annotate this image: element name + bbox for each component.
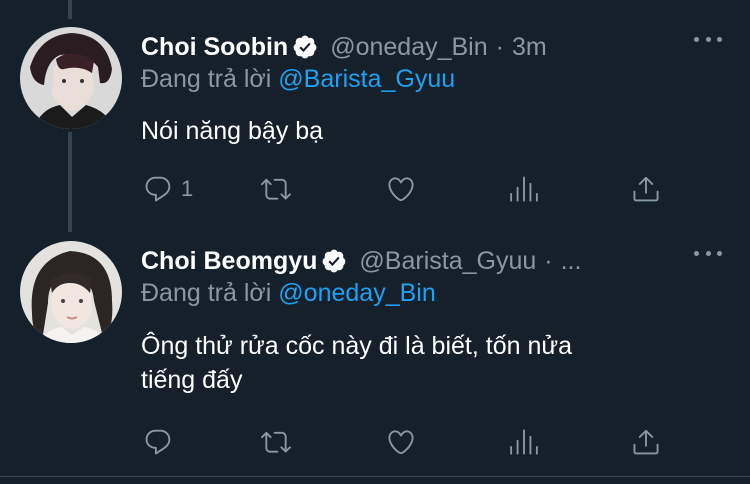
- share-button[interactable]: [631, 427, 661, 457]
- reply-prefix: Đang trả lời: [141, 65, 272, 93]
- reply-prefix: Đang trả lời: [141, 279, 272, 307]
- reply-button[interactable]: [143, 427, 181, 457]
- analytics-icon: [510, 176, 538, 202]
- author-name[interactable]: Choi Beomgyu: [141, 247, 317, 276]
- author-handle[interactable]: @Barista_Gyuu: [359, 247, 536, 276]
- avatar[interactable]: [20, 241, 122, 343]
- author-handle[interactable]: @oneday_Bin: [330, 33, 487, 62]
- verified-badge-icon: [321, 248, 347, 274]
- like-icon: [388, 430, 414, 455]
- tweet-text-line: Ông thử rửa cốc này đi là biết, tốn nửa: [141, 332, 572, 360]
- retweet-icon: [261, 431, 291, 453]
- more-icon[interactable]: [694, 251, 722, 259]
- analytics-button[interactable]: [509, 174, 539, 204]
- share-icon: [633, 176, 659, 202]
- reply-icon: [145, 176, 171, 202]
- timestamp[interactable]: ...: [561, 247, 582, 276]
- avatar-photo: [20, 27, 122, 129]
- action-bar: 1: [141, 174, 681, 204]
- tweet-soobin[interactable]: Choi Soobin @oneday_Bin · 3m Đang trả lờ…: [0, 27, 750, 217]
- tweet-divider: [0, 476, 750, 477]
- reply-thread: Choi Soobin @oneday_Bin · 3m Đang trả lờ…: [0, 0, 750, 484]
- more-icon[interactable]: [694, 37, 722, 45]
- reply-context: Đang trả lời @oneday_Bin: [141, 279, 436, 308]
- action-bar: [141, 427, 681, 457]
- tweet-text: Nói năng bậy bạ: [141, 117, 324, 145]
- reply-count: 1: [181, 176, 194, 201]
- tweet-text: Ông thử rửa cốc này đi là biết, tốn nửa …: [141, 329, 701, 397]
- reply-icon: [145, 429, 171, 455]
- tweet-beomgyu[interactable]: Choi Beomgyu @Barista_Gyuu · ... Đang tr…: [0, 241, 750, 484]
- retweet-icon: [261, 178, 291, 200]
- share-icon: [633, 429, 659, 455]
- reply-mention-link[interactable]: @Barista_Gyuu: [278, 65, 455, 93]
- thread-connector-top: [68, 0, 72, 19]
- retweet-button[interactable]: [261, 427, 291, 457]
- tweet-header: Choi Soobin @oneday_Bin · 3m: [141, 29, 547, 65]
- reply-button[interactable]: 1: [143, 174, 193, 204]
- separator: ·: [544, 246, 553, 275]
- verified-badge-icon: [292, 34, 318, 60]
- separator: ·: [495, 32, 504, 61]
- tweet-header: Choi Beomgyu @Barista_Gyuu · ...: [141, 243, 581, 279]
- reply-mention-link[interactable]: @oneday_Bin: [278, 279, 435, 307]
- author-name[interactable]: Choi Soobin: [141, 33, 288, 62]
- tweet-text-line: tiếng đấy: [141, 366, 243, 394]
- share-button[interactable]: [631, 174, 661, 204]
- reply-context: Đang trả lời @Barista_Gyuu: [141, 65, 455, 94]
- like-icon: [388, 177, 414, 202]
- avatar-photo: [20, 241, 122, 343]
- avatar[interactable]: [20, 27, 122, 129]
- analytics-icon: [510, 429, 538, 455]
- timestamp[interactable]: 3m: [512, 33, 547, 62]
- like-button[interactable]: [386, 427, 416, 457]
- like-button[interactable]: [386, 174, 416, 204]
- analytics-button[interactable]: [509, 427, 539, 457]
- retweet-button[interactable]: [261, 174, 291, 204]
